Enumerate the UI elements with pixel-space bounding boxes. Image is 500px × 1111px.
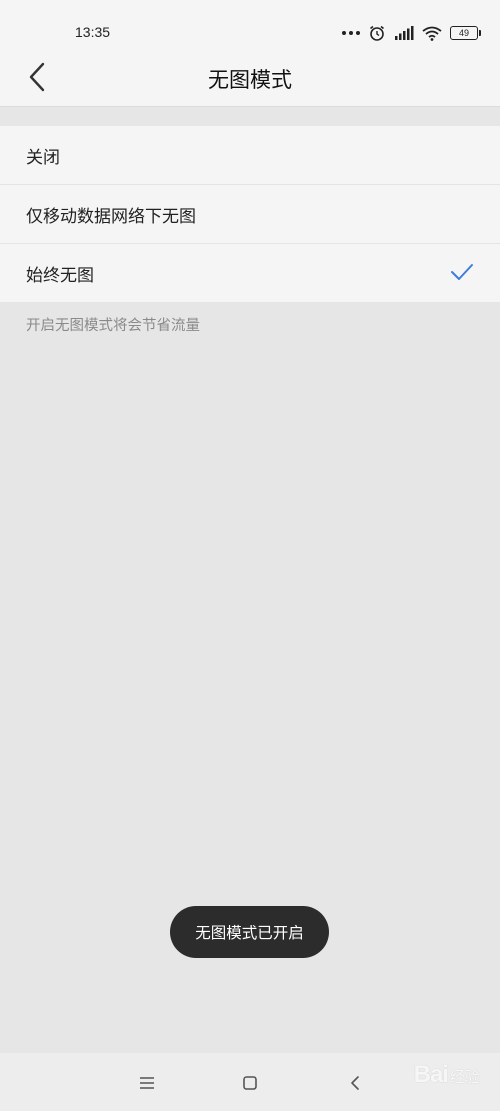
- option-label: 仅移动数据网络下无图: [26, 206, 196, 227]
- baidu-watermark: Bai 经验: [414, 1061, 480, 1089]
- system-back-button[interactable]: [343, 1071, 367, 1095]
- option-list: 关闭 仅移动数据网络下无图 始终无图: [0, 126, 500, 302]
- option-label: 关闭: [26, 147, 60, 168]
- page-title: 无图模式: [208, 68, 292, 92]
- option-label: 始终无图: [26, 265, 94, 286]
- status-time: 13:35: [75, 24, 111, 40]
- nav-bar: Bai 经验: [0, 1053, 500, 1111]
- battery-icon: 49: [450, 26, 481, 40]
- alarm-icon: [370, 25, 384, 41]
- header: 无图模式: [0, 50, 500, 107]
- battery-level: 49: [458, 28, 469, 38]
- menu-icon: [140, 1077, 154, 1089]
- back-chevron-icon: [351, 1076, 359, 1090]
- toast: 无图模式已开启: [170, 906, 329, 958]
- signal-icon: [395, 26, 414, 40]
- menu-button[interactable]: [135, 1071, 159, 1095]
- screen: 13:35 49 无图模式 关闭 仅移动数据网络下无图 始终无图 开启无图模式将…: [0, 0, 500, 1111]
- home-button[interactable]: [238, 1071, 262, 1095]
- status-icons: 49: [342, 24, 481, 42]
- home-square-icon: [243, 1076, 257, 1090]
- status-bar: 13:35 49: [0, 0, 500, 50]
- more-dots-icon: [342, 31, 360, 35]
- watermark-suffix: 经验: [449, 1069, 480, 1086]
- option-always[interactable]: 始终无图: [0, 243, 500, 302]
- option-off[interactable]: 关闭: [0, 126, 500, 184]
- wifi-icon: [422, 26, 442, 41]
- hint-text: 开启无图模式将会节省流量: [26, 318, 200, 334]
- toast-text: 无图模式已开启: [195, 924, 304, 942]
- check-icon: [451, 264, 473, 280]
- option-mobile-data-only[interactable]: 仅移动数据网络下无图: [0, 184, 500, 243]
- watermark-brand: Bai: [413, 1061, 449, 1088]
